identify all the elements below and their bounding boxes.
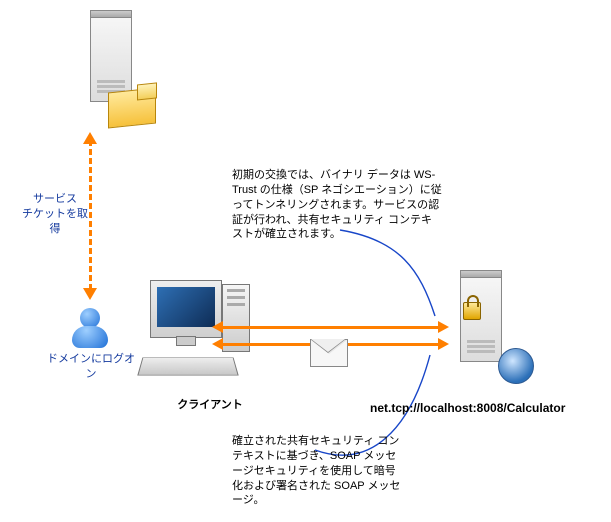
domain-logon-label: ドメインにログオン: [44, 352, 138, 382]
arrow-right-icon: [438, 321, 449, 333]
service-url-label: net.tcp://localhost:8008/Calculator: [370, 400, 610, 416]
user-icon: [68, 306, 112, 350]
soap-message-description: 確立された共有セキュリティ コンテキストに基づき、SOAP メッセージセキュリテ…: [232, 434, 402, 508]
client-computer-icon: [140, 280, 260, 390]
client-server-link-1: [222, 326, 440, 329]
envelope-icon: [310, 339, 348, 367]
token-icon: [498, 348, 534, 384]
arrow-right-icon: [438, 338, 449, 350]
arrow-down-icon: [83, 288, 97, 300]
get-service-ticket-label: サービスチケットを取得: [22, 192, 88, 237]
ticket-icon: [108, 87, 156, 128]
initial-exchange-description: 初期の交換では、バイナリ データは WS-Trust の仕様（SP ネゴシエーシ…: [232, 168, 442, 242]
lock-icon: [463, 302, 481, 320]
client-label: クライアント: [170, 398, 250, 413]
service-server-icon: [440, 270, 530, 400]
kdc-user-link: [89, 140, 92, 290]
kdc-server-icon: [70, 10, 160, 140]
